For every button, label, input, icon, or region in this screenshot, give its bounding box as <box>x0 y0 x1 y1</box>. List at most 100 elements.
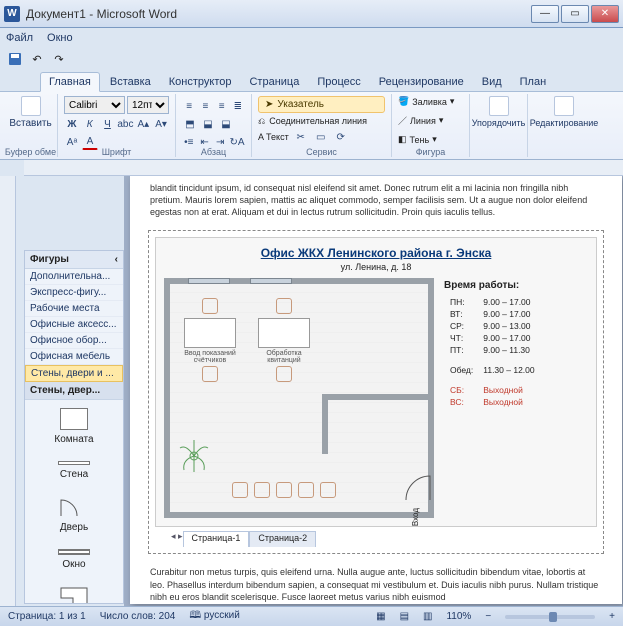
body-text-bottom: Curabitur non metus turpis, quis eleifen… <box>130 560 622 606</box>
embedded-drawing[interactable]: Офис ЖКХ Ленинского района г. Энска ул. … <box>148 230 604 554</box>
status-lang[interactable]: 🕮 русский <box>189 608 239 625</box>
shapes-panel-header: Фигуры ‹ <box>25 251 123 269</box>
font-group-label: Шрифт <box>58 147 175 157</box>
ruler-horizontal[interactable] <box>24 160 623 176</box>
pointer-label: Указатель <box>277 99 324 110</box>
stencil-corner-room[interactable]: Угловая комната <box>25 578 123 604</box>
stencil-wall[interactable]: Стена <box>25 453 123 488</box>
stencil-room[interactable]: Комната <box>25 400 123 453</box>
strike-button[interactable]: abc <box>117 116 133 132</box>
menu-file[interactable]: Файл <box>6 32 33 44</box>
tab-view[interactable]: Вид <box>474 73 510 91</box>
shapes-category-selected[interactable]: Стены, двери и ... <box>25 365 123 382</box>
shapes-category[interactable]: Экспресс-фигу... <box>25 285 123 301</box>
shapes-category[interactable]: Рабочие места <box>25 301 123 317</box>
arrange-button[interactable]: Упорядочить <box>476 96 521 128</box>
text-tool-label: Текст <box>266 132 289 142</box>
hours-title: Время работы: <box>444 280 588 291</box>
zoom-out-button[interactable]: − <box>485 611 491 622</box>
connector-tool-button[interactable]: ⎌ Соединительная линия <box>258 116 385 127</box>
zoom-in-button[interactable]: + <box>609 611 615 622</box>
plan-plant <box>176 438 212 474</box>
align-right-button[interactable]: ≡ <box>215 98 229 114</box>
tab-review[interactable]: Рецензирование <box>371 73 472 91</box>
font-name-select[interactable]: Calibri <box>64 96 125 114</box>
fill-icon: 🪣 <box>398 96 409 107</box>
status-words[interactable]: Число слов: 204 <box>100 611 176 622</box>
ruler-vertical[interactable] <box>0 176 16 606</box>
italic-button[interactable]: К <box>82 116 98 132</box>
editing-button[interactable]: Редактирование <box>534 96 594 128</box>
pointer-tool-button[interactable]: ➤ Указатель <box>258 96 385 113</box>
align-top-button[interactable]: ⬒ <box>182 116 198 132</box>
bold-button[interactable]: Ж <box>64 116 80 132</box>
shadow-button[interactable]: ◧Тень ▾ <box>398 134 463 145</box>
underline-button[interactable]: Ч <box>100 116 116 132</box>
shapes-category[interactable]: Дополнительна... <box>25 269 123 285</box>
undo-icon[interactable]: ↶ <box>28 50 46 68</box>
hours-table: ПН:9.00 – 17.00 ВТ:9.00 – 17.00 СР:9.00 … <box>444 295 541 409</box>
crop-button[interactable]: ✂ <box>293 129 309 145</box>
align-left-button[interactable]: ≡ <box>182 98 196 114</box>
view-print-icon[interactable]: ▦ <box>376 611 385 622</box>
plan-subtitle: ул. Ленина, д. 18 <box>164 262 588 272</box>
tab-insert[interactable]: Вставка <box>102 73 159 91</box>
page-area[interactable]: blandit tincidunt ipsum, id consequat ni… <box>124 176 623 606</box>
grow-font-button[interactable]: A▴ <box>135 116 151 132</box>
tools-group-label: Сервис <box>252 147 391 157</box>
stencil-door[interactable]: Дверь <box>25 488 123 541</box>
font-size-select[interactable]: 12пт <box>127 96 169 114</box>
plan-info: Время работы: ПН:9.00 – 17.00 ВТ:9.00 – … <box>444 278 588 518</box>
align-bottom-button[interactable]: ⬓ <box>218 116 234 132</box>
rotate-button[interactable]: ⟳ <box>333 129 349 145</box>
select-button[interactable]: ▭ <box>313 129 329 145</box>
shapes-category[interactable]: Офисное обор... <box>25 333 123 349</box>
stencil-window[interactable]: Окно <box>25 541 123 578</box>
tab-home[interactable]: Главная <box>40 72 100 92</box>
paste-button[interactable]: Вставить <box>10 96 51 129</box>
tab-constructor[interactable]: Конструктор <box>161 73 240 91</box>
view-read-icon[interactable]: ▤ <box>400 611 409 622</box>
tab-process[interactable]: Процесс <box>309 73 368 91</box>
arrange-icon <box>489 96 509 116</box>
plan-chair <box>276 298 292 314</box>
plan-window <box>188 278 230 284</box>
line-icon: ／ <box>398 114 407 127</box>
drawing-tab[interactable]: Страница-2 <box>249 531 316 547</box>
view-web-icon[interactable]: ▥ <box>423 611 432 622</box>
tab-plan[interactable]: План <box>512 73 555 91</box>
line-button[interactable]: ／Линия ▾ <box>398 114 463 127</box>
shapes-category[interactable]: Офисная мебель <box>25 349 123 365</box>
window-title: Документ1 - Microsoft Word <box>26 7 531 21</box>
menu-window[interactable]: Окно <box>47 32 73 44</box>
drawing-tab[interactable]: Страница-1 <box>183 531 250 547</box>
group-shape: 🪣Заливка ▾ ／Линия ▾ ◧Тень ▾ Фигура <box>392 94 470 157</box>
save-icon[interactable] <box>6 50 24 68</box>
text-tool-button[interactable]: A Текст <box>258 132 289 142</box>
align-middle-button[interactable]: ⬓ <box>200 116 216 132</box>
zoom-thumb[interactable] <box>549 612 557 622</box>
plan-desk <box>258 318 310 348</box>
fill-button[interactable]: 🪣Заливка ▾ <box>398 96 463 107</box>
plan-desk <box>184 318 236 348</box>
body-text-top: blandit tincidunt ipsum, id consequat ni… <box>130 176 622 224</box>
status-page[interactable]: Страница: 1 из 1 <box>8 611 86 622</box>
zoom-slider[interactable] <box>505 615 595 619</box>
close-button[interactable]: ✕ <box>591 5 619 23</box>
shapes-category[interactable]: Офисные аксесс... <box>25 317 123 333</box>
menu-bar: Файл Окно <box>0 28 623 48</box>
stencil-label: Стена <box>60 469 88 480</box>
title-bar: W Документ1 - Microsoft Word — ▭ ✕ <box>0 0 623 28</box>
redo-icon[interactable]: ↷ <box>50 50 68 68</box>
shrink-font-button[interactable]: A▾ <box>153 116 169 132</box>
workspace: Фигуры ‹ Дополнительна... Экспресс-фигу.… <box>0 176 623 606</box>
plan-chair <box>320 482 336 498</box>
group-font: Calibri 12пт Ж К Ч abc A▴ A▾ Aᵃ A Шрифт <box>58 94 176 157</box>
maximize-button[interactable]: ▭ <box>561 5 589 23</box>
zoom-value[interactable]: 110% <box>446 611 471 622</box>
text-icon: A <box>258 132 264 142</box>
justify-button[interactable]: ≣ <box>231 98 245 114</box>
tab-page[interactable]: Страница <box>241 73 307 91</box>
minimize-button[interactable]: — <box>531 5 559 23</box>
align-center-button[interactable]: ≡ <box>198 98 212 114</box>
